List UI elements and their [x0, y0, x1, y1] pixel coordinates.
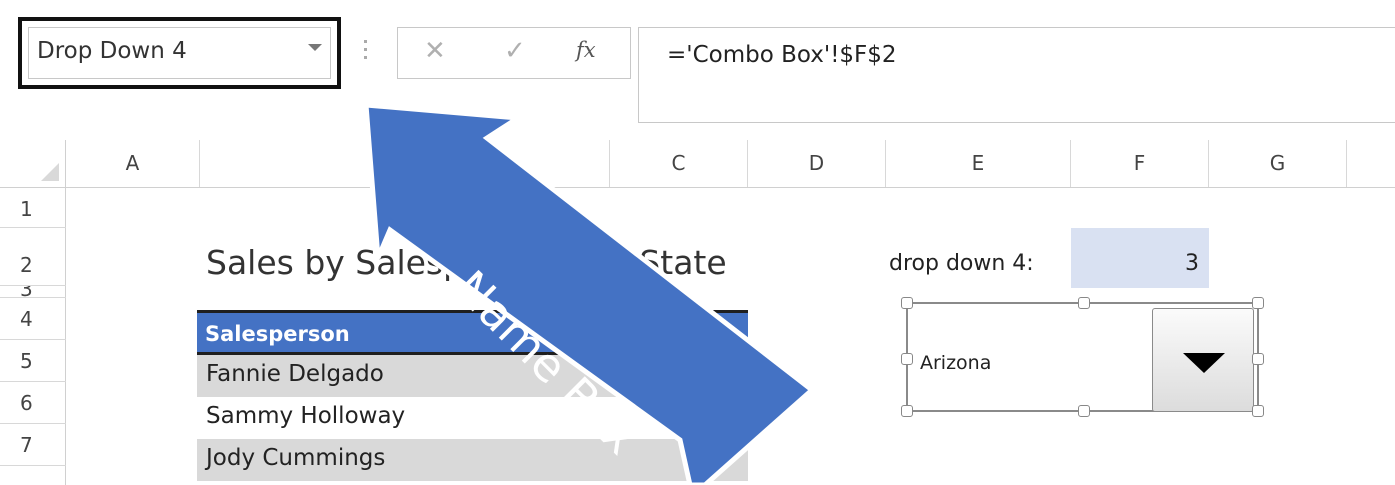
callout-arrow	[363, 102, 816, 485]
